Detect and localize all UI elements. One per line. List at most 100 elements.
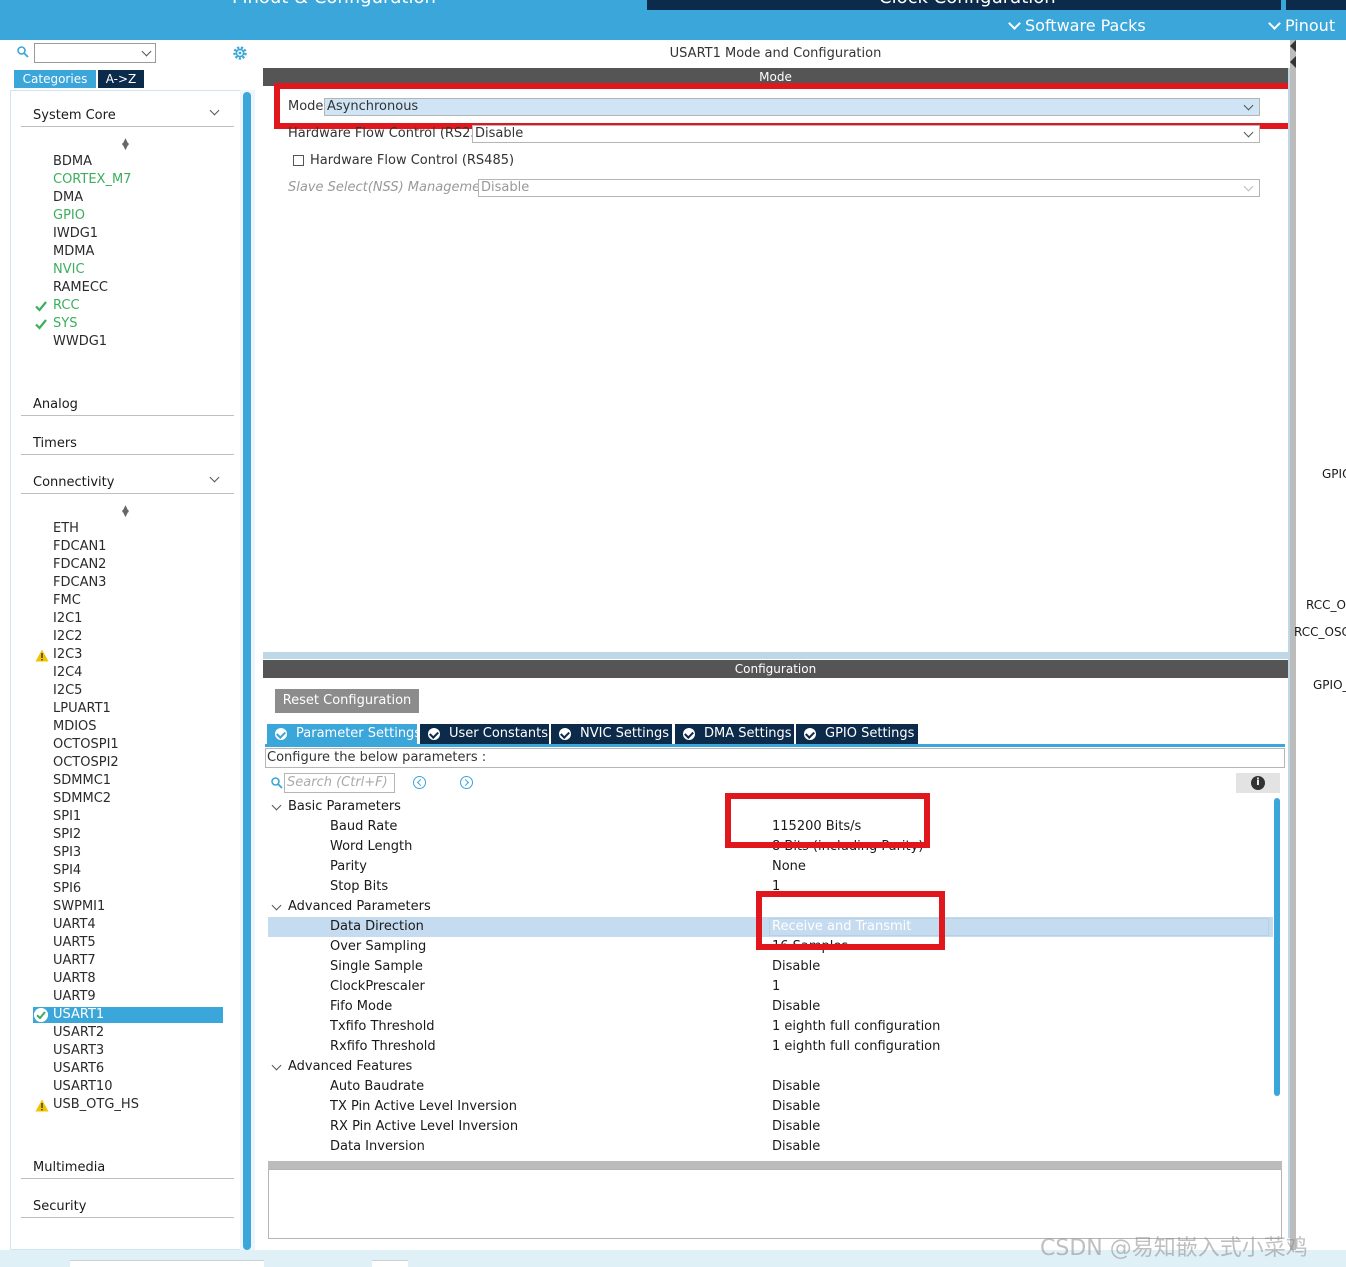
sidebar-item-iwdg1[interactable]: IWDG1 [53,225,98,243]
software-packs-menu[interactable]: Software Packs [1008,16,1146,35]
taskbar-item[interactable] [372,1260,408,1267]
param-value-data_inv[interactable]: Disable [772,1137,820,1157]
sidebar-item-octospi2[interactable]: OCTOSPI2 [53,754,119,772]
sidebar-item-i2c4[interactable]: I2C4 [53,664,82,682]
param-value-auto_baud[interactable]: Disable [772,1077,820,1097]
categories-button[interactable]: Categories [14,70,96,88]
pinout-splitter[interactable] [1290,40,1296,1250]
sidebar-item-usart1[interactable]: USART1 [33,1007,223,1023]
param-row-data_inv[interactable]: Data Inversion Disable [268,1137,1273,1157]
sidebar-item-octospi1[interactable]: OCTOSPI1 [53,736,119,754]
sidebar-item-eth[interactable]: ETH [53,520,79,538]
sort-icon[interactable]: ▲ ▼ [122,138,129,152]
sidebar-item-usart10[interactable]: USART10 [53,1078,112,1096]
param-row-parity[interactable]: Parity None [268,857,1273,877]
hfc-rs485-checkbox[interactable] [293,155,304,166]
sidebar-item-ramecc[interactable]: RAMECC [53,279,108,297]
previous-match-icon[interactable] [413,776,426,789]
sidebar-item-sdmmc1[interactable]: SDMMC1 [53,772,111,790]
splitter[interactable] [263,652,1288,659]
param-row-auto_baud[interactable]: Auto Baudrate Disable [268,1077,1273,1097]
category-security[interactable]: Security [21,1194,1320,1218]
sidebar-item-i2c3[interactable]: I2C3 [53,646,82,664]
reset-configuration-button[interactable]: Reset Configuration [275,689,419,713]
tab-user-constants[interactable]: User Constants [420,724,549,744]
nss-select[interactable]: Disable [478,179,1260,197]
param-value-rxfifo[interactable]: 1 eighth full configuration [772,1037,940,1057]
sidebar-item-sys[interactable]: SYS [53,315,77,333]
parameter-search-input[interactable]: Search (Ctrl+F) [284,773,395,793]
sidebar-item-usart2[interactable]: USART2 [53,1024,104,1042]
sidebar-item-spi4[interactable]: SPI4 [53,862,81,880]
param-row-rxfifo[interactable]: Rxfifo Threshold 1 eighth full configura… [268,1037,1273,1057]
param-value-tx_inv[interactable]: Disable [772,1097,820,1117]
sidebar-item-wwdg1[interactable]: WWDG1 [53,333,107,351]
sidebar-item-spi2[interactable]: SPI2 [53,826,81,844]
category-timers[interactable]: Timers [21,431,1320,455]
sidebar-item-lpuart1[interactable]: LPUART1 [53,700,111,718]
sidebar-item-mdma[interactable]: MDMA [53,243,94,261]
sidebar-item-usb_otg_hs[interactable]: USB_OTG_HS [53,1096,139,1114]
sidebar-item-spi3[interactable]: SPI3 [53,844,81,862]
parameter-scrollbar[interactable] [1274,798,1280,1096]
sidebar-item-bdma[interactable]: BDMA [53,153,92,171]
tab-clock-configuration[interactable]: Clock Configuration [647,0,1281,10]
sidebar-item-nvic[interactable]: NVIC [53,261,85,279]
sidebar-item-uart8[interactable]: UART8 [53,970,96,988]
gear-icon[interactable] [231,44,249,62]
sidebar-item-uart9[interactable]: UART9 [53,988,96,1006]
sidebar-item-rcc[interactable]: RCC [53,297,80,315]
category-system-core[interactable]: System Core [21,103,234,127]
next-match-icon[interactable] [460,776,473,789]
collapse-arrow-icon[interactable] [1290,40,1296,52]
sidebar-item-fdcan1[interactable]: FDCAN1 [53,538,106,556]
param-value-single_sample[interactable]: Disable [772,957,820,977]
sidebar-item-i2c2[interactable]: I2C2 [53,628,82,646]
category-search-combo[interactable] [34,43,156,63]
info-button[interactable]: i [1236,773,1280,793]
tab-dma-settings[interactable]: DMA Settings [675,724,794,744]
param-row-tx_inv[interactable]: TX Pin Active Level Inversion Disable [268,1097,1273,1117]
sidebar-item-spi1[interactable]: SPI1 [53,808,81,826]
category-scrollbar-thumb[interactable] [243,92,251,1250]
param-value-fifo_mode[interactable]: Disable [772,997,820,1017]
sidebar-item-gpio[interactable]: GPIO [53,207,85,225]
sidebar-item-i2c5[interactable]: I2C5 [53,682,82,700]
sidebar-item-usart3[interactable]: USART3 [53,1042,104,1060]
sidebar-item-fdcan3[interactable]: FDCAN3 [53,574,106,592]
tab-nvic-settings[interactable]: NVIC Settings [551,724,672,744]
sidebar-item-swpmi1[interactable]: SWPMI1 [53,898,105,916]
param-value-clock_prescaler[interactable]: 1 [772,977,780,997]
sidebar-item-mdios[interactable]: MDIOS [53,718,97,736]
param-row-single_sample[interactable]: Single Sample Disable [268,957,1273,977]
param-row-fifo_mode[interactable]: Fifo Mode Disable [268,997,1273,1017]
category-analog[interactable]: Analog [21,392,1320,416]
taskbar-item[interactable] [70,1260,264,1267]
param-row-clock_prescaler[interactable]: ClockPrescaler 1 [268,977,1273,997]
sidebar-item-uart4[interactable]: UART4 [53,916,96,934]
sidebar-item-sdmmc2[interactable]: SDMMC2 [53,790,111,808]
sidebar-item-uart7[interactable]: UART7 [53,952,96,970]
a-to-z-button[interactable]: A->Z [98,70,144,88]
sidebar-item-uart5[interactable]: UART5 [53,934,96,952]
param-row-rx_inv[interactable]: RX Pin Active Level Inversion Disable [268,1117,1273,1137]
tab-pinout-configuration[interactable]: Pinout & Configuration [0,0,645,10]
category-connectivity[interactable]: Connectivity [21,470,234,494]
collapse-arrow-icon[interactable] [1290,56,1296,68]
param-value-txfifo[interactable]: 1 eighth full configuration [772,1017,940,1037]
sidebar-item-dma[interactable]: DMA [53,189,83,207]
sidebar-item-fmc[interactable]: FMC [53,592,81,610]
group-advanced-features[interactable]: Advanced Features [268,1057,1273,1077]
pinout-menu[interactable]: Pinout [1268,16,1335,35]
param-row-txfifo[interactable]: Txfifo Threshold 1 eighth full configura… [268,1017,1273,1037]
tab-project-manager[interactable] [1286,0,1346,10]
tab-parameter-settings[interactable]: Parameter Settings [267,724,421,744]
param-value-rx_inv[interactable]: Disable [772,1117,820,1137]
description-splitter[interactable] [268,1161,1282,1169]
sidebar-item-cortex_m7[interactable]: CORTEX_M7 [53,171,131,189]
sort-icon[interactable]: ▲ ▼ [122,505,129,519]
sidebar-item-usart6[interactable]: USART6 [53,1060,104,1078]
category-multimedia[interactable]: Multimedia [21,1155,1320,1179]
sidebar-item-i2c1[interactable]: I2C1 [53,610,82,628]
sidebar-item-spi6[interactable]: SPI6 [53,880,81,898]
